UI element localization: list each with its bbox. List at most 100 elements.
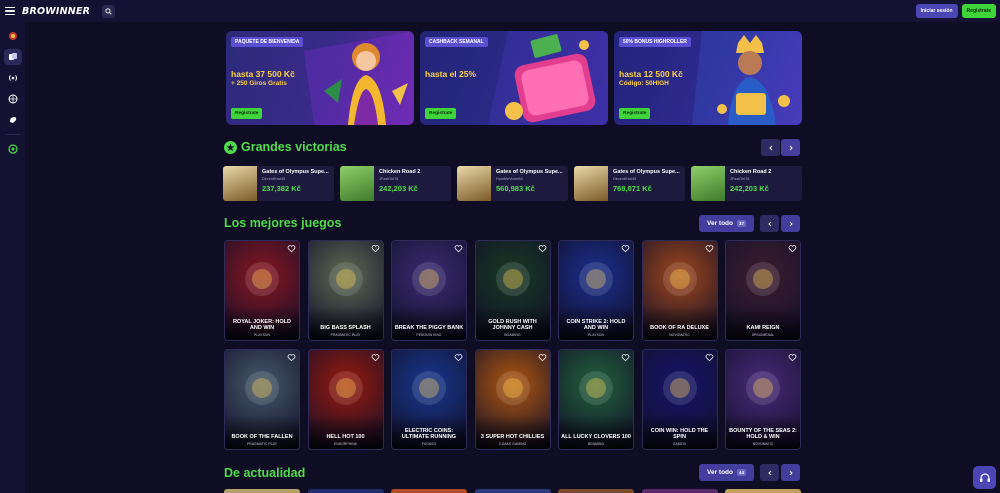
- win-amount: 560,983 Kč: [496, 184, 535, 193]
- win-item[interactable]: Gates of Olympus Supe... DecentKiwi45 769,…: [574, 166, 685, 201]
- game-card[interactable]: BREAK THE PIGGY BANK PENGUIN KING: [391, 240, 467, 341]
- favorite-heart-icon[interactable]: [538, 353, 547, 362]
- win-amount: 769,071 Kč: [613, 184, 652, 193]
- game-card-peek[interactable]: [307, 489, 384, 493]
- game-card-peek[interactable]: [725, 489, 801, 493]
- game-card[interactable]: BOUNTY OF THE SEAS 2: HOLD & WIN NOVOMATI…: [725, 349, 801, 450]
- favorite-heart-icon[interactable]: [538, 244, 547, 253]
- support-chat-button[interactable]: [973, 466, 996, 489]
- win-user: HumbleViolet84: [496, 177, 523, 181]
- win-item[interactable]: Chicken Road 2 JFastGirl76 242,203 Kč: [691, 166, 802, 201]
- chevron-left-icon: [767, 221, 771, 226]
- game-title: ELECTRIC COINS: ULTIMATE RUNNING: [401, 428, 457, 440]
- game-card[interactable]: ELECTRIC COINS: ULTIMATE RUNNING FUGASO: [391, 349, 467, 450]
- win-user: DecentKiwi45: [613, 177, 637, 181]
- sidebar-item-help[interactable]: [4, 141, 22, 157]
- site-logo[interactable]: BROWINNER: [22, 6, 90, 17]
- win-item[interactable]: Chicken Road 2 JFastGirl76 242,203 Kč: [340, 166, 451, 201]
- chevron-right-icon: [789, 145, 793, 150]
- game-card[interactable]: ALL LUCKY CLOVERS 100 BGAMING: [558, 349, 634, 450]
- favorite-heart-icon[interactable]: [287, 244, 296, 253]
- favorite-heart-icon[interactable]: [705, 353, 714, 362]
- game-card[interactable]: HELL HOT 100 ENDORPHINA: [307, 349, 384, 450]
- game-card[interactable]: BOOK OF RA DELUXE NOVOMATIC: [641, 240, 718, 341]
- promo-highroller[interactable]: 50% BONUS HIGHROLLER hasta 12 500 Kč Cód…: [614, 31, 802, 125]
- game-card-peek[interactable]: [641, 489, 718, 493]
- login-button[interactable]: Iniciar sesión: [915, 4, 958, 18]
- game-card-peek[interactable]: [558, 489, 634, 493]
- favorite-heart-icon[interactable]: [371, 353, 380, 362]
- game-card-peek[interactable]: [224, 489, 300, 493]
- game-title: BREAK THE PIGGY BANK: [394, 325, 464, 331]
- favorite-heart-icon[interactable]: [705, 244, 714, 253]
- game-card[interactable]: COIN WIN: HOLD THE SPIN GAMZIX: [641, 349, 718, 450]
- sidebar-item-virtual[interactable]: [4, 112, 22, 128]
- game-title: KAMI REIGN: [746, 325, 780, 331]
- game-card[interactable]: COIN STRIKE 2: HOLD AND WIN PLAYSON: [558, 240, 634, 341]
- sidebar-item-home[interactable]: [4, 28, 22, 44]
- promo-cashback[interactable]: CASHBACK SEMANAL hasta el 25% Registrate: [420, 31, 608, 125]
- menu-icon[interactable]: [5, 6, 15, 16]
- win-game-name: Gates of Olympus Supe...: [262, 169, 329, 175]
- win-item[interactable]: Gates of Olympus Supe... HumbleViolet84 56…: [457, 166, 568, 201]
- best-games-view-all-button[interactable]: Ver todo 37: [699, 215, 754, 232]
- game-card[interactable]: GOLD RUSH WITH JOHNNY CASH BGAMING: [474, 240, 551, 341]
- big-wins-prev-button[interactable]: [761, 139, 780, 156]
- favorite-heart-icon[interactable]: [788, 353, 797, 362]
- casino-icon: [8, 53, 17, 60]
- sidebar-item-casino[interactable]: [3, 49, 22, 65]
- win-game-name: Gates of Olympus Supe...: [496, 169, 563, 175]
- favorite-heart-icon[interactable]: [788, 244, 797, 253]
- headset-icon: [979, 472, 990, 482]
- trending-view-all-button[interactable]: Ver todo 44: [699, 464, 754, 481]
- register-button[interactable]: Registrate: [961, 4, 996, 18]
- view-all-count: 44: [737, 469, 747, 476]
- win-item[interactable]: Gates of Olympus Supe... DecentKiwi45 237,…: [223, 166, 334, 201]
- big-wins-list: Gates of Olympus Supe... DecentKiwi45 237,…: [223, 166, 802, 201]
- game-provider: PRAGMATIC PLAY: [247, 442, 277, 446]
- game-provider: BGAMING: [587, 442, 605, 446]
- game-card[interactable]: BOOK OF THE FALLEN PRAGMATIC PLAY: [224, 349, 300, 450]
- win-game-name: Chicken Road 2: [730, 169, 772, 175]
- favorite-heart-icon[interactable]: [621, 244, 630, 253]
- game-emblem: [328, 261, 363, 296]
- best-games-next-button[interactable]: [781, 215, 800, 232]
- favorite-heart-icon[interactable]: [287, 353, 296, 362]
- game-card[interactable]: ROYAL JOKER: HOLD AND WIN PLAYSON: [224, 240, 300, 341]
- sidebar-item-live[interactable]: [4, 70, 22, 86]
- brand-icon: [8, 32, 17, 40]
- favorite-heart-icon[interactable]: [371, 244, 380, 253]
- game-title: HELL HOT 100: [326, 434, 365, 440]
- favorite-heart-icon[interactable]: [621, 353, 630, 362]
- promo-subtext: Código: 50HIGH: [619, 80, 669, 87]
- game-card[interactable]: BIG BASS SPLASH PRAGMATIC PLAY: [307, 240, 384, 341]
- game-title: BOOK OF RA DELUXE: [650, 325, 709, 331]
- game-card[interactable]: KAMI REIGN SPINOMENAL: [725, 240, 801, 341]
- sidebar-item-sports[interactable]: [4, 91, 22, 107]
- promo-amount: hasta el 25%: [425, 69, 477, 79]
- game-card[interactable]: 3 SUPER HOT CHILLIES 3 OAKS GAMING: [474, 349, 551, 450]
- win-game-name: Chicken Road 2: [379, 169, 421, 175]
- game-title: ALL LUCKY CLOVERS 100: [561, 434, 631, 440]
- game-provider: PRAGMATIC PLAY: [330, 333, 361, 337]
- trending-prev-button[interactable]: [760, 464, 779, 481]
- favorite-heart-icon[interactable]: [454, 353, 463, 362]
- search-button[interactable]: [102, 4, 116, 18]
- game-card-peek[interactable]: [474, 489, 551, 493]
- game-title: BOUNTY OF THE SEAS 2: HOLD & WIN: [729, 428, 797, 440]
- game-thumbnail: [223, 166, 257, 201]
- win-user: JFastGirl76: [379, 177, 399, 181]
- promo-register-button[interactable]: Registrate: [425, 108, 457, 119]
- big-wins-next-button[interactable]: [781, 139, 800, 156]
- promo-register-button[interactable]: Registrate: [231, 108, 263, 119]
- sidebar: [0, 22, 25, 493]
- game-title: GOLD RUSH WITH JOHNNY CASH: [488, 319, 537, 331]
- best-games-prev-button[interactable]: [760, 215, 779, 232]
- game-thumbnail: [340, 166, 374, 201]
- game-card-peek[interactable]: [391, 489, 467, 493]
- promo-welcome[interactable]: PAQUETE DE BIENVENIDA hasta 37 500 Kč + …: [226, 31, 414, 125]
- promo-register-button[interactable]: Registrate: [619, 108, 651, 119]
- trending-next-button[interactable]: [781, 464, 800, 481]
- favorite-heart-icon[interactable]: [454, 244, 463, 253]
- game-emblem: [245, 261, 279, 296]
